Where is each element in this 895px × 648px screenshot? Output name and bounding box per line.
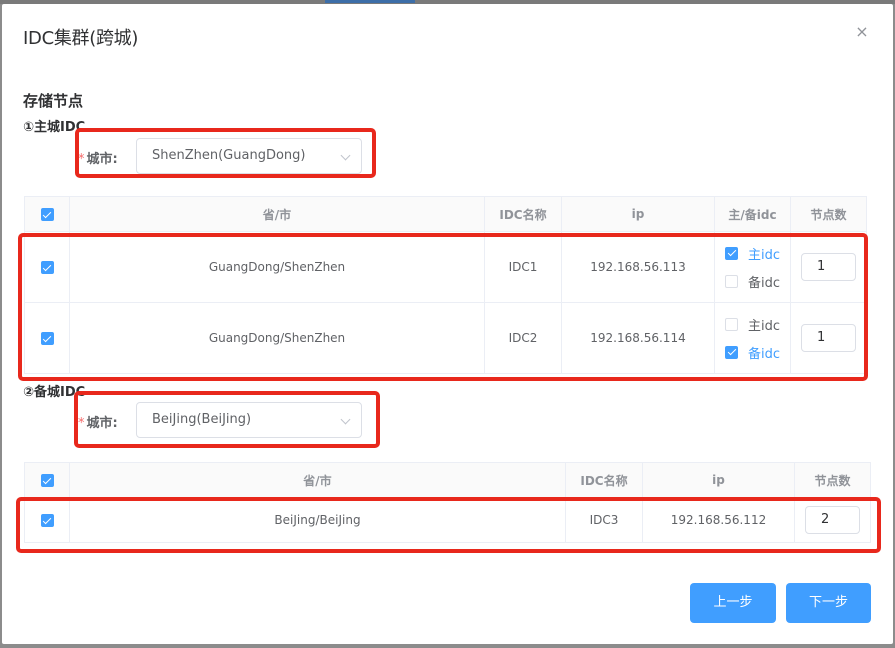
table-header-row: 省/市 IDC名称 ip 主/备idc 节点数 — [24, 196, 867, 232]
backup-idc-label: 备idc — [748, 346, 781, 362]
required-mark: * — [78, 416, 85, 431]
main-idc-label: 主idc — [748, 247, 781, 263]
primary-city-label: * 城市: — [78, 148, 118, 167]
prev-step-button[interactable]: 上一步 — [690, 583, 776, 623]
chevron-down-icon — [340, 414, 351, 425]
main-backup-cell: 主idc 备idc — [714, 302, 791, 374]
region-cell: BeiJing/BeiJing — [69, 497, 566, 543]
row-checkbox[interactable] — [40, 514, 54, 527]
main-idc-label: 主idc — [748, 318, 781, 334]
primary-city-select[interactable]: ShenZhen(GuangDong) — [136, 138, 362, 174]
node-count-input[interactable]: 2 — [805, 506, 860, 534]
backup-idc-checkbox[interactable] — [725, 345, 738, 359]
col-header-node-count: 节点数 — [794, 462, 871, 498]
node-count-cell: 1 — [790, 302, 867, 374]
ip-cell: 192.168.56.114 — [561, 302, 715, 374]
col-header-idc-name: IDC名称 — [484, 196, 562, 232]
node-count-input[interactable]: 1 — [801, 324, 856, 352]
main-idc-option[interactable]: 主idc — [715, 313, 790, 335]
main-idc-checkbox[interactable] — [725, 246, 738, 260]
table-row: GuangDong/ShenZhen IDC2 192.168.56.114 主… — [24, 302, 867, 374]
primary-city-value: ShenZhen(GuangDong) — [152, 148, 306, 163]
col-header-region: 省/市 — [69, 462, 566, 498]
close-icon[interactable]: × — [854, 24, 870, 40]
primary-city-label-text: 城市: — [86, 152, 118, 167]
section-title: 存储节点 — [23, 92, 84, 110]
primary-idc-table: 省/市 IDC名称 ip 主/备idc 节点数 GuangDong/ShenZh… — [24, 196, 867, 374]
idc-cluster-dialog: IDC集群(跨城) × 存储节点 ①主城IDC * 城市: ShenZhen(Gu… — [2, 4, 893, 644]
backup-idc-checkbox[interactable] — [725, 274, 738, 288]
ip-cell: 192.168.56.113 — [561, 231, 715, 303]
node-count-input[interactable]: 1 — [801, 253, 856, 281]
backup-city-label: * 城市: — [78, 412, 118, 431]
col-header-ip: ip — [642, 462, 795, 498]
main-idc-option[interactable]: 主idc — [715, 242, 790, 264]
dialog-title: IDC集群(跨城) — [23, 28, 139, 49]
idc-name-cell: IDC3 — [565, 497, 643, 543]
node-count-cell: 2 — [794, 497, 871, 543]
row-select-cell — [24, 302, 70, 374]
main-backup-cell: 主idc 备idc — [714, 231, 791, 303]
row-select-cell — [24, 497, 70, 543]
backup-idc-subtitle: ②备城IDC — [23, 385, 86, 400]
backup-city-row: * 城市: BeiJing(BeiJing) — [78, 402, 368, 438]
ip-cell: 192.168.56.112 — [642, 497, 795, 543]
backup-idc-option[interactable]: 备idc — [715, 270, 790, 292]
table-row: BeiJing/BeiJing IDC3 192.168.56.112 2 — [24, 497, 871, 543]
backup-city-value: BeiJing(BeiJing) — [152, 412, 252, 427]
backup-idc-table: 省/市 IDC名称 ip 节点数 BeiJing/BeiJing IDC3 19… — [24, 462, 871, 543]
backdrop-tab — [325, 0, 415, 3]
idc-name-cell: IDC2 — [484, 302, 562, 374]
primary-city-row: * 城市: ShenZhen(GuangDong) — [78, 138, 368, 174]
idc-name-cell: IDC1 — [484, 231, 562, 303]
primary-idc-subtitle: ①主城IDC — [23, 120, 86, 135]
main-idc-checkbox[interactable] — [725, 317, 738, 331]
col-header-main-backup: 主/备idc — [714, 196, 791, 232]
region-cell: GuangDong/ShenZhen — [69, 231, 485, 303]
select-all-checkbox[interactable] — [40, 208, 54, 221]
col-header-region: 省/市 — [69, 196, 485, 232]
table-header-row: 省/市 IDC名称 ip 节点数 — [24, 462, 871, 498]
row-checkbox[interactable] — [40, 261, 54, 274]
select-all-checkbox[interactable] — [40, 474, 54, 487]
chevron-down-icon — [340, 150, 351, 161]
col-header-idc-name: IDC名称 — [565, 462, 643, 498]
row-checkbox[interactable] — [40, 332, 54, 345]
col-header-ip: ip — [561, 196, 715, 232]
region-cell: GuangDong/ShenZhen — [69, 302, 485, 374]
backup-idc-option[interactable]: 备idc — [715, 341, 790, 363]
select-all-cell — [24, 462, 70, 498]
table-row: GuangDong/ShenZhen IDC1 192.168.56.113 主… — [24, 231, 867, 303]
col-header-node-count: 节点数 — [790, 196, 867, 232]
row-select-cell — [24, 231, 70, 303]
node-count-cell: 1 — [790, 231, 867, 303]
backup-city-label-text: 城市: — [86, 416, 118, 431]
backup-city-select[interactable]: BeiJing(BeiJing) — [136, 402, 362, 438]
next-step-button[interactable]: 下一步 — [786, 583, 871, 623]
backup-idc-label: 备idc — [748, 275, 781, 291]
required-mark: * — [78, 152, 85, 167]
select-all-cell — [24, 196, 70, 232]
